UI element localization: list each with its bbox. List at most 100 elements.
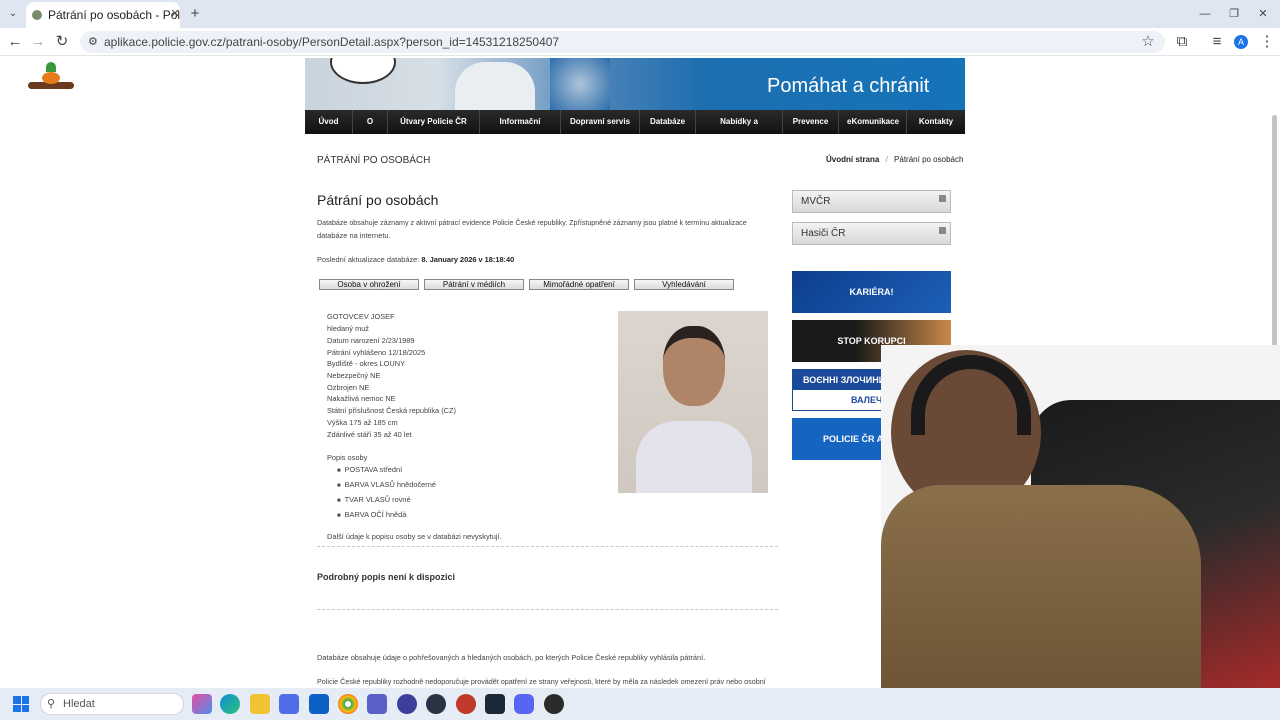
list-item: ■ TVAR VLASŮ rovné xyxy=(337,495,411,504)
button-vyhledavani[interactable]: Vyhledávání xyxy=(634,279,734,290)
nav-item-ekomunikace[interactable]: eKomunikace xyxy=(839,110,907,134)
police-favicon-icon xyxy=(32,10,42,20)
reload-icon[interactable]: ↻ xyxy=(51,31,73,53)
tab-title: Pátrání po osobách - Policie Če xyxy=(48,8,180,22)
person-age: Zdánlivé stáří 35 až 40 let xyxy=(327,430,412,439)
nav-item-kontakty[interactable]: Kontakty xyxy=(907,110,965,134)
back-arrow-icon[interactable]: ← xyxy=(4,31,26,53)
breadcrumb-home[interactable]: Úvodní strana xyxy=(826,155,879,164)
store-icon[interactable] xyxy=(279,694,299,714)
streamer-body xyxy=(881,485,1201,690)
mail-icon[interactable] xyxy=(309,694,329,714)
browser-tab[interactable]: Pátrání po osobách - Policie Če xyxy=(26,2,180,28)
profile-avatar[interactable]: A xyxy=(1234,35,1248,49)
nav-item-nabidky[interactable]: Nabídky a zakázky xyxy=(696,110,783,150)
discord-icon[interactable] xyxy=(514,694,534,714)
desc-barva-oci: BARVA OČÍ hnědá xyxy=(344,510,407,519)
app-icon[interactable] xyxy=(397,694,417,714)
nav-item-uvod[interactable]: Úvod xyxy=(305,110,353,134)
nav-item-o-nas[interactable]: O nás xyxy=(353,110,388,150)
chrome-icon[interactable] xyxy=(338,694,358,714)
file-explorer-icon[interactable] xyxy=(250,694,270,714)
app-icon[interactable] xyxy=(456,694,476,714)
reading-list-icon[interactable]: ≡ xyxy=(1206,31,1228,53)
list-item: ■ BARVA VLASŮ hnědočerné xyxy=(337,480,436,489)
footer-text-2: Policie České republiky rozhodně nedopor… xyxy=(317,677,766,686)
desc-tvar-vlasu: TVAR VLASŮ rovné xyxy=(344,495,411,504)
taskbar-search-placeholder: Hledat xyxy=(63,698,95,710)
app-icon[interactable] xyxy=(544,694,564,714)
nav-item-dopravni-servis[interactable]: Dopravní servis xyxy=(561,110,640,134)
url-text: aplikace.policie.gov.cz/patrani-osoby/Pe… xyxy=(104,35,560,49)
person-height: Výška 175 až 185 cm xyxy=(327,418,398,427)
shirt-shape xyxy=(636,421,752,493)
site-info-icon[interactable]: ⚙ xyxy=(88,31,98,53)
page-title: Pátrání po osobách xyxy=(317,192,439,208)
breadcrumb-separator: / xyxy=(885,155,888,164)
tab-close-icon[interactable]: ✕ xyxy=(164,3,186,25)
person-desc-label: Popis osoby xyxy=(327,453,368,462)
teams-icon[interactable] xyxy=(367,694,387,714)
person-name: GOTOVCEV JOSEF xyxy=(327,312,395,321)
windows-start-icon[interactable] xyxy=(13,696,29,712)
intro-text-line2: databáze na internetu. xyxy=(317,231,391,240)
list-item: ■ BARVA OČÍ hnědá xyxy=(337,510,407,519)
nav-item-informacni-servis[interactable]: Informační servis xyxy=(480,110,561,150)
update-info: Poslední aktualizace databáze: 8. Januar… xyxy=(317,255,514,264)
button-patrani-v-mediich[interactable]: Pátrání v médiích xyxy=(424,279,524,290)
nav-item-prevence[interactable]: Prevence xyxy=(783,110,839,134)
copilot-icon[interactable] xyxy=(192,694,212,714)
steam-icon[interactable] xyxy=(485,694,505,714)
divider xyxy=(317,609,778,610)
update-value: 8. January 2026 v 18:18:40 xyxy=(421,255,515,264)
intro-text-line1: Databáze obsahuje záznamy z aktivní pátr… xyxy=(317,219,747,227)
divider xyxy=(317,546,778,547)
restore-button[interactable]: ❐ xyxy=(1223,3,1245,25)
police-star-icon xyxy=(550,58,610,110)
person-armed: Ozbrojen NE xyxy=(327,383,370,392)
app-icon[interactable] xyxy=(426,694,446,714)
banner-kariera[interactable]: KARIÉRA! xyxy=(792,271,951,313)
details-heading: Podrobný popis není k dispozici xyxy=(317,572,456,582)
no-more-info: Další údaje k popisu osoby se v databázi… xyxy=(327,532,502,541)
sidebar-link-hasici[interactable]: Hasiči ČR xyxy=(792,222,951,245)
extensions-icon[interactable]: ⧉ xyxy=(1171,31,1193,53)
person-dangerous: Nebezpečný NE xyxy=(327,371,381,380)
menu-kebab-icon[interactable]: ⋮ xyxy=(1256,31,1278,53)
sidebar-link-mvcr[interactable]: MVČR xyxy=(792,190,951,213)
person-status: hledaný muž xyxy=(327,324,369,333)
sidebar-link-hasici-label: Hasiči ČR xyxy=(801,228,846,239)
face-shape xyxy=(663,326,725,406)
person-photo xyxy=(618,311,768,493)
nav-item-utvary[interactable]: Útvary Policie ČR xyxy=(388,110,480,134)
carrot-logo-icon xyxy=(28,62,74,90)
desc-postava: POSTAVA střední xyxy=(344,465,403,474)
address-bar[interactable]: ⚙ aplikace.policie.gov.cz/patrani-osoby/… xyxy=(80,31,1165,53)
edge-icon[interactable] xyxy=(220,694,240,714)
minimize-button[interactable]: — xyxy=(1194,3,1216,25)
button-osoba-v-ohrozeni[interactable]: Osoba v ohrožení xyxy=(319,279,419,290)
person-declared: Pátrání vyhlášeno 12/18/2025 xyxy=(327,348,426,357)
new-tab-button[interactable]: + xyxy=(184,3,206,25)
webcam-overlay xyxy=(881,345,1280,690)
window-close-button[interactable]: ✕ xyxy=(1252,3,1274,25)
forward-arrow-icon[interactable]: → xyxy=(27,31,49,53)
tab-search-chevron-icon[interactable]: ⌄ xyxy=(2,3,24,25)
footer-text-1: Databáze obsahuje údaje o pohřešovaných … xyxy=(317,653,706,662)
section-heading: PÁTRÁNÍ PO OSOBÁCH xyxy=(317,155,431,166)
person-disease: Nakažlivá nemoc NE xyxy=(327,394,396,403)
nav-item-databaze[interactable]: Databáze xyxy=(640,110,696,134)
breadcrumb: Úvodní strana / Pátrání po osobách xyxy=(826,155,963,164)
main-navigation: Úvod O nás Útvary Policie ČR Informační … xyxy=(305,110,965,150)
button-mimoradne-opatreni[interactable]: Mimořádné opatření xyxy=(529,279,629,290)
update-label: Poslední aktualizace databáze: xyxy=(317,255,420,264)
list-item: ■ POSTAVA střední xyxy=(337,465,403,474)
desc-barva-vlasu: BARVA VLASŮ hnědočerné xyxy=(344,480,436,489)
taskbar-search[interactable]: ⚲ Hledat xyxy=(40,693,184,715)
police-emblem-icon xyxy=(330,58,396,84)
bookmark-star-icon[interactable]: ☆ xyxy=(1137,31,1159,53)
link-arrow-icon xyxy=(939,195,946,202)
person-citizenship: Státní příslušnost Česká republika (CZ) xyxy=(327,406,456,415)
person-birth: Datum narození 2/23/1989 xyxy=(327,336,415,345)
breadcrumb-current: Pátrání po osobách xyxy=(894,155,964,164)
